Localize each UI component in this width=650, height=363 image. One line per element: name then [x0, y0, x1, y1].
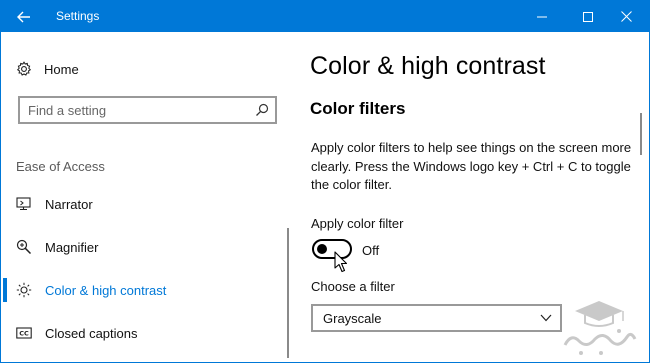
- sidebar-item-closed-captions[interactable]: CC Closed captions: [1, 313, 291, 353]
- gear-icon: [16, 61, 32, 76]
- main-scrollbar[interactable]: [640, 113, 642, 155]
- choose-filter-label: Choose a filter: [311, 279, 395, 294]
- color-filters-description: Apply color filters to help see things o…: [311, 140, 632, 192]
- search-box[interactable]: [18, 96, 277, 124]
- minimize-icon: [537, 16, 547, 17]
- magnifier-icon: [16, 239, 32, 255]
- filter-dropdown-value: Grayscale: [323, 311, 382, 326]
- title-bar: Settings: [1, 1, 649, 32]
- sidebar-scrollbar[interactable]: [287, 228, 289, 358]
- watermark-logo: [563, 301, 637, 355]
- close-icon: [620, 11, 632, 22]
- sidebar: Home Ease of Access Narrator: [1, 32, 291, 362]
- chevron-down-icon: [540, 314, 552, 322]
- back-button[interactable]: [1, 1, 47, 32]
- search-input[interactable]: [20, 98, 245, 122]
- narrator-icon: [16, 197, 31, 211]
- filter-dropdown[interactable]: Grayscale: [311, 304, 562, 332]
- sidebar-item-color-high-contrast[interactable]: Color & high contrast: [1, 270, 291, 310]
- toggle-knob: [317, 244, 327, 254]
- mouse-cursor-icon: [334, 251, 348, 273]
- sidebar-item-label: Narrator: [45, 196, 93, 212]
- home-label: Home: [44, 61, 79, 77]
- section-label-ease-of-access: Ease of Access: [16, 159, 105, 174]
- sidebar-item-label: Closed captions: [45, 325, 138, 341]
- sidebar-item-home[interactable]: Home: [16, 59, 79, 79]
- apply-color-filter-label: Apply color filter: [311, 216, 404, 231]
- toggle-state-text: Off: [362, 243, 380, 258]
- page-title: Color & high contrast: [310, 52, 546, 80]
- back-arrow-icon: [17, 11, 30, 22]
- sidebar-item-label: Magnifier: [45, 239, 99, 255]
- sidebar-item-magnifier[interactable]: Magnifier: [1, 227, 291, 267]
- sidebar-item-narrator[interactable]: Narrator: [1, 184, 291, 224]
- minimize-button[interactable]: [519, 1, 565, 32]
- maximize-icon: [583, 11, 593, 22]
- window-title: Settings: [56, 9, 100, 23]
- close-button[interactable]: [603, 1, 649, 32]
- section-title-color-filters: Color filters: [310, 99, 406, 118]
- active-indicator: [3, 278, 7, 302]
- closed-captions-icon: CC: [16, 327, 32, 339]
- sidebar-item-label: Color & high contrast: [45, 282, 167, 298]
- search-icon[interactable]: [255, 103, 269, 117]
- settings-window: Settings Home Find a setting Ease of Acc…: [0, 0, 650, 363]
- sun-icon: [16, 282, 32, 298]
- svg-text:CC: CC: [19, 330, 29, 338]
